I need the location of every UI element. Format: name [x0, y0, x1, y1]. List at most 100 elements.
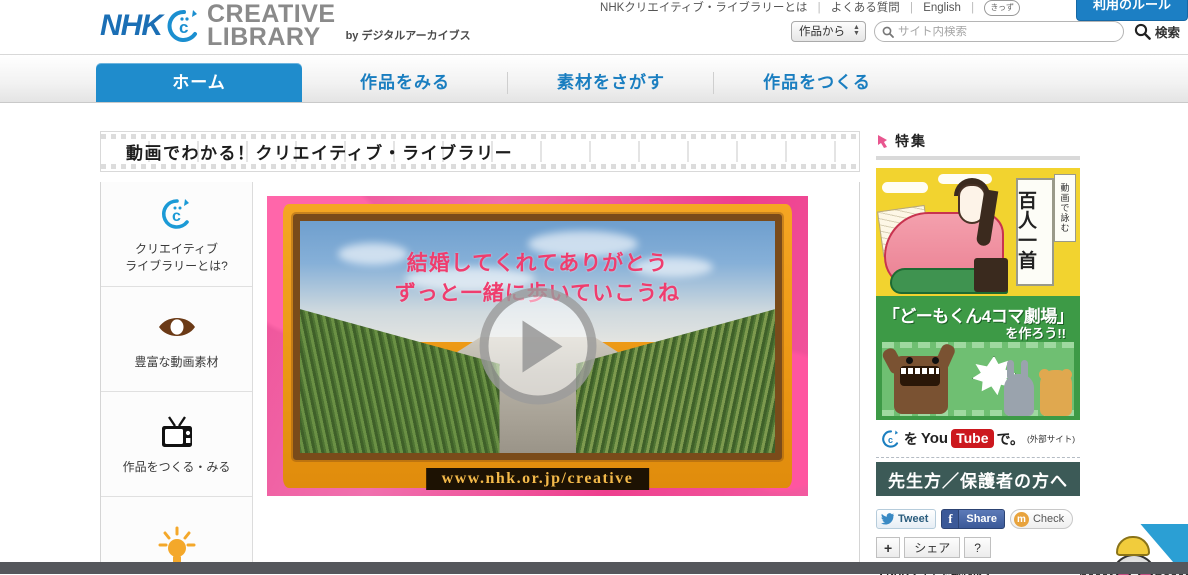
share-button-row: + シェア ?	[876, 537, 1080, 558]
sidebar-item-create-watch[interactable]: 作品をつくる・みる	[101, 392, 252, 497]
twitter-bird-icon	[881, 513, 895, 525]
banner-youtube-external-note: (外部サイト)	[1026, 433, 1076, 444]
tab-create-works[interactable]: 作品をつくる	[714, 63, 920, 102]
chevron-updown-icon: ▲ ▼	[853, 24, 860, 37]
site-logo[interactable]: NHK c CREATIVE LIBRARY by デジタルアーカイブス	[100, 2, 471, 51]
domo-eye-right	[932, 357, 939, 364]
search-icon	[882, 26, 894, 38]
bunny-illustration	[1004, 374, 1034, 416]
page-body: 動画でわかる！クリエイティブ・ライブラリー c クリエイティブ ライブラリーとは…	[0, 103, 1188, 575]
video-caption-line1: 結婚してくれてありがとう	[406, 251, 669, 275]
banner-subtitle-plaque: 動画で詠む	[1054, 174, 1076, 242]
search-area: 作品から ▲▼ 検索	[790, 21, 1188, 42]
mixi-check-label: Check	[1032, 513, 1065, 525]
kids-badge[interactable]: きっず	[984, 0, 1020, 16]
filmstrip-sprockets-bottom	[101, 164, 859, 169]
tab-watch-works[interactable]: 作品をみる	[302, 63, 508, 102]
bookmark-icon	[876, 134, 889, 149]
tweet-button[interactable]: Tweet	[876, 509, 937, 529]
share-help-button[interactable]: ?	[964, 537, 991, 558]
play-button[interactable]	[479, 287, 596, 405]
sidebar-item-about[interactable]: c クリエイティブ ライブラリーとは?	[101, 182, 252, 287]
search-submit-button[interactable]: 検索	[1134, 22, 1180, 41]
content-panel: c クリエイティブ ライブラリーとは? 豊富な動画素材 作品をつくる・みる 結婚…	[100, 182, 860, 572]
link-about[interactable]: NHKクリエイティブ・ライブラリーとは	[600, 2, 807, 14]
owl-cap-icon	[1116, 536, 1150, 556]
search-submit-label: 検索	[1154, 26, 1180, 40]
tab-find-materials[interactable]: 素材をさがす	[508, 63, 714, 102]
desk-illustration	[974, 258, 1008, 292]
content-sidebar: c クリエイティブ ライブラリーとは? 豊富な動画素材 作品をつくる・みる	[101, 182, 253, 571]
main-column: 動画でわかる！クリエイティブ・ライブラリー c クリエイティブ ライブラリーとは…	[100, 131, 860, 572]
page-title-filmstrip: 動画でわかる！クリエイティブ・ライブラリー	[100, 131, 860, 172]
youtube-you-text: You	[920, 430, 949, 447]
link-separator: |	[817, 2, 821, 15]
facebook-icon: f	[942, 510, 960, 528]
mixi-icon: m	[1013, 511, 1029, 527]
sidebar-item-materials[interactable]: 豊富な動画素材	[101, 287, 252, 392]
page-bottom-cutoff	[0, 562, 1188, 574]
share-plus-button[interactable]: +	[876, 537, 901, 558]
banner-youtube[interactable]: c を You Tube で。 (外部サイト)	[876, 420, 1080, 458]
social-share-row: Tweet f Share m Check	[876, 509, 1080, 529]
usage-rules-button[interactable]: 利用のルール	[1075, 0, 1188, 21]
domo-eye-left	[906, 357, 913, 364]
mixi-check-button[interactable]: m Check	[1009, 509, 1074, 529]
svg-text:c: c	[172, 208, 181, 225]
svg-text:c: c	[888, 435, 893, 445]
domo-teeth	[901, 368, 939, 374]
search-input-wrapper[interactable]	[873, 21, 1124, 42]
feature-divider	[876, 156, 1080, 160]
site-header: NHK c CREATIVE LIBRARY by デジタルアーカイブス NHK…	[0, 0, 1188, 55]
banner-subtitle-domo: を作ろう!!	[1005, 326, 1066, 341]
banner-youtube-de: で。	[996, 430, 1024, 447]
youtube-tube-logo: Tube	[951, 429, 994, 448]
sidebar-item-about-label: クリエイティブ ライブラリーとは?	[125, 241, 228, 273]
video-column: 結婚してくれてありがとう ずっと一緒に歩いていこうね www.nhk.or.jp…	[253, 182, 859, 571]
banner-domo-kun[interactable]: 「どーもくん4コマ劇場」 を作ろう!!	[876, 296, 1080, 420]
search-input[interactable]	[897, 25, 1103, 38]
sidebar-item-materials-label: 豊富な動画素材	[134, 355, 219, 370]
creative-library-logo-icon: c	[159, 193, 195, 235]
page-root: NHK c CREATIVE LIBRARY by デジタルアーカイブス NHK…	[0, 0, 1188, 575]
banner-hyakunin-isshu[interactable]: 百人一首 動画で詠む	[876, 168, 1080, 296]
search-scope-value: 作品から	[798, 26, 845, 38]
lightbulb-icon	[157, 525, 197, 567]
tv-icon	[158, 411, 196, 453]
video-player[interactable]: 結婚してくれてありがとう ずっと一緒に歩いていこうね www.nhk.or.jp…	[267, 196, 808, 496]
banner-youtube-wo: を	[903, 430, 918, 447]
header-utility-links: NHKクリエイティブ・ライブラリーとは | よくある質問 | English |…	[600, 0, 1020, 16]
share-label-button[interactable]: シェア	[904, 537, 961, 558]
logo-wordmark: CREATIVE LIBRARY	[207, 2, 336, 51]
link-separator: |	[909, 2, 913, 15]
banner-subtitle-hyakunin: 動画で詠む	[1059, 183, 1070, 233]
logo-byline: by デジタルアーカイブス	[345, 30, 471, 42]
tweet-button-label: Tweet	[898, 513, 929, 525]
right-sidebar: 特集 百人一首 動画で詠む 「どーもくん4コマ劇場」 を作ろう!! c を Yo…	[876, 131, 1080, 575]
creative-library-c-icon: c	[881, 429, 901, 449]
banner-teachers-guardians[interactable]: 先生方／保護者の方へ	[876, 462, 1080, 496]
feature-heading: 特集	[876, 131, 1080, 156]
svg-text:c: c	[179, 18, 188, 37]
sidebar-item-create-watch-label: 作品をつくる・みる	[122, 460, 231, 475]
eye-icon	[157, 306, 197, 348]
logo-library-text: LIBRARY	[207, 23, 321, 51]
play-triangle-icon	[522, 320, 562, 372]
search-submit-icon	[1134, 23, 1151, 40]
tab-home[interactable]: ホーム	[96, 63, 302, 102]
facebook-share-label: Share	[959, 510, 1004, 528]
search-scope-select[interactable]: 作品から ▲ ▼	[790, 21, 866, 42]
facebook-share-button[interactable]: f Share	[941, 509, 1005, 529]
logo-nhk-text: NHK	[100, 9, 163, 42]
link-separator: |	[971, 2, 975, 15]
banner-title-plaque: 百人一首	[1016, 178, 1054, 286]
link-english[interactable]: English	[923, 2, 961, 14]
video-url-overlay: www.nhk.or.jp/creative	[425, 468, 650, 490]
banner-title-hyakunin: 百人一首	[1018, 191, 1038, 272]
feature-heading-label: 特集	[895, 133, 927, 149]
bear-illustration	[1040, 370, 1072, 416]
main-navigation: ホーム 作品をみる 素材をさがす 作品をつくる	[0, 55, 1188, 103]
page-title: 動画でわかる！クリエイティブ・ライブラリー	[126, 144, 514, 163]
creative-library-c-icon: c	[166, 8, 202, 44]
link-faq[interactable]: よくある質問	[831, 2, 900, 14]
